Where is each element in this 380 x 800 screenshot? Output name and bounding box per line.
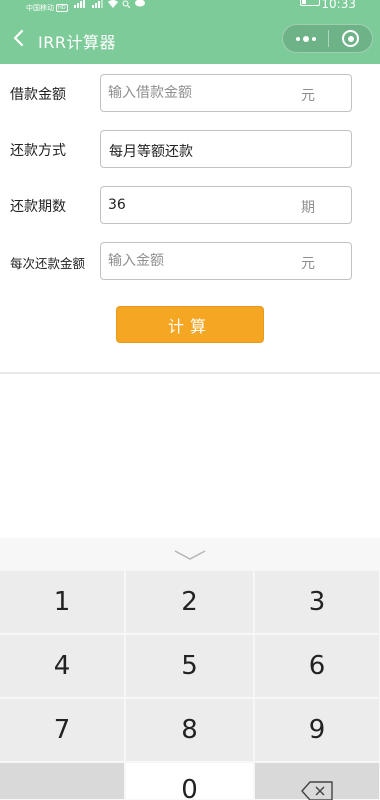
- loan-amount-unit: 元: [301, 88, 315, 104]
- delete-key[interactable]: [255, 763, 380, 800]
- key-5[interactable]: 5: [126, 635, 254, 698]
- more-button[interactable]: [283, 25, 328, 52]
- more-dots-icon: [295, 36, 300, 41]
- periods-label: 还款期数: [10, 199, 66, 215]
- chat-icon: [135, 0, 145, 7]
- key-0[interactable]: 0: [126, 763, 254, 800]
- payment-amount-unit: 元: [301, 256, 315, 272]
- battery-icon: [300, 0, 320, 6]
- calculate-button[interactable]: 计算: [116, 306, 264, 343]
- network-badge: HD: [56, 4, 68, 12]
- key-2[interactable]: 2: [126, 571, 254, 634]
- clock: 10:33: [321, 0, 356, 11]
- app-header: 中国移动 HD 10:33 IRR计算器: [0, 0, 380, 64]
- payment-amount-label: 每次还款金额: [10, 256, 86, 271]
- page-title: IRR计算器: [38, 33, 116, 52]
- periods-field: 期: [100, 186, 352, 224]
- status-icons: [74, 0, 145, 8]
- search-icon: [122, 0, 131, 8]
- status-bar: 中国移动 HD 10:33: [0, 0, 380, 12]
- key-1[interactable]: 1: [0, 571, 125, 634]
- key-6[interactable]: 6: [255, 635, 380, 698]
- carrier-name: 中国移动: [26, 4, 54, 12]
- payment-amount-input[interactable]: [108, 243, 293, 279]
- chevron-down-icon[interactable]: [174, 548, 206, 562]
- target-close-icon: [342, 30, 359, 47]
- payment-amount-field: 元: [100, 242, 352, 280]
- loan-amount-row: 借款金额 元: [0, 74, 380, 112]
- repayment-method-value: 每月等额还款: [109, 144, 193, 160]
- divider: [0, 372, 380, 374]
- periods-unit: 期: [301, 200, 315, 216]
- mini-program-capsule: [282, 24, 373, 53]
- key-9[interactable]: 9: [255, 699, 380, 762]
- keyboard-toolbar: [0, 538, 380, 570]
- key-blank: [0, 763, 125, 800]
- more-dots-icon: [311, 36, 316, 41]
- repayment-method-row: 还款方式 每月等额还款: [0, 130, 380, 168]
- numeric-keyboard: 1 2 3 4 5 6 7 8 9 0: [0, 538, 380, 800]
- payment-amount-row: 每次还款金额 元: [0, 242, 380, 280]
- periods-row: 还款期数 期: [0, 186, 380, 224]
- key-4[interactable]: 4: [0, 635, 125, 698]
- key-7[interactable]: 7: [0, 699, 125, 762]
- close-button[interactable]: [329, 25, 372, 52]
- key-3[interactable]: 3: [255, 571, 380, 634]
- more-dots-icon: [302, 35, 309, 42]
- wifi-icon: [108, 0, 118, 8]
- carrier-info: 中国移动 HD: [26, 3, 68, 13]
- repayment-method-label: 还款方式: [10, 143, 66, 159]
- loan-amount-field: 元: [100, 74, 352, 112]
- loan-amount-label: 借款金额: [10, 87, 66, 103]
- periods-input[interactable]: [108, 187, 293, 223]
- repayment-method-picker[interactable]: 每月等额还款: [100, 130, 352, 168]
- loan-amount-input[interactable]: [108, 75, 293, 111]
- chevron-left-icon[interactable]: [10, 27, 28, 49]
- backspace-icon: [301, 781, 333, 800]
- key-8[interactable]: 8: [126, 699, 254, 762]
- signal-icon: [74, 0, 85, 8]
- signal-icon: [92, 0, 103, 8]
